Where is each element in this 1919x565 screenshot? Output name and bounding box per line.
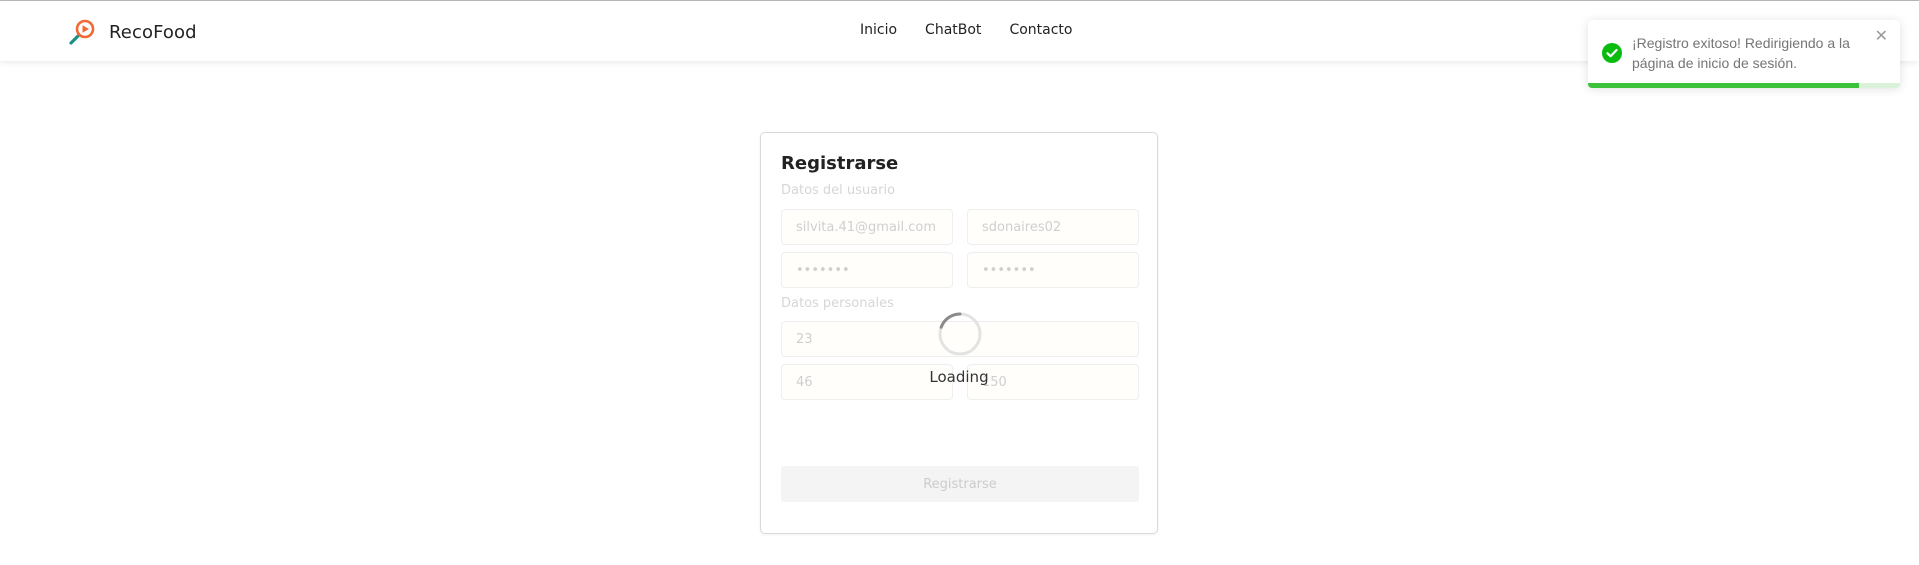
close-icon[interactable]: ✕ bbox=[1871, 26, 1892, 45]
register-title: Registrarse bbox=[781, 153, 899, 174]
personal-data-label: Datos personales bbox=[781, 296, 894, 311]
nav-link-contacto[interactable]: Contacto bbox=[1009, 22, 1072, 38]
nav-link-inicio[interactable]: Inicio bbox=[860, 22, 897, 38]
register-card: Registrarse Datos del usuario Datos pers… bbox=[760, 132, 1158, 534]
success-toast[interactable]: ¡Registro exitoso! Redirigiendo a la pág… bbox=[1588, 20, 1900, 88]
toast-message: ¡Registro exitoso! Redirigiendo a la pág… bbox=[1632, 35, 1850, 71]
main-nav: Inicio ChatBot Contacto bbox=[860, 22, 1100, 38]
age-field[interactable] bbox=[781, 321, 1139, 357]
weight-field[interactable] bbox=[781, 364, 953, 400]
brand-name: RecoFood bbox=[109, 21, 197, 43]
check-circle-icon bbox=[1602, 43, 1622, 63]
magnifier-play-icon bbox=[69, 19, 95, 45]
height-field[interactable] bbox=[967, 364, 1139, 400]
toast-progress-track bbox=[1588, 83, 1900, 88]
toast-progress-bar bbox=[1588, 83, 1860, 88]
username-field[interactable] bbox=[967, 209, 1139, 245]
password-field[interactable] bbox=[781, 252, 953, 288]
confirm-password-field[interactable] bbox=[967, 252, 1139, 288]
user-data-label: Datos del usuario bbox=[781, 183, 896, 198]
nav-link-chatbot[interactable]: ChatBot bbox=[925, 22, 981, 38]
email-field[interactable] bbox=[781, 209, 953, 245]
main-content: Registrarse Datos del usuario Datos pers… bbox=[0, 62, 1919, 565]
register-button[interactable]: Registrarse bbox=[781, 466, 1139, 502]
brand[interactable]: RecoFood bbox=[68, 17, 197, 47]
